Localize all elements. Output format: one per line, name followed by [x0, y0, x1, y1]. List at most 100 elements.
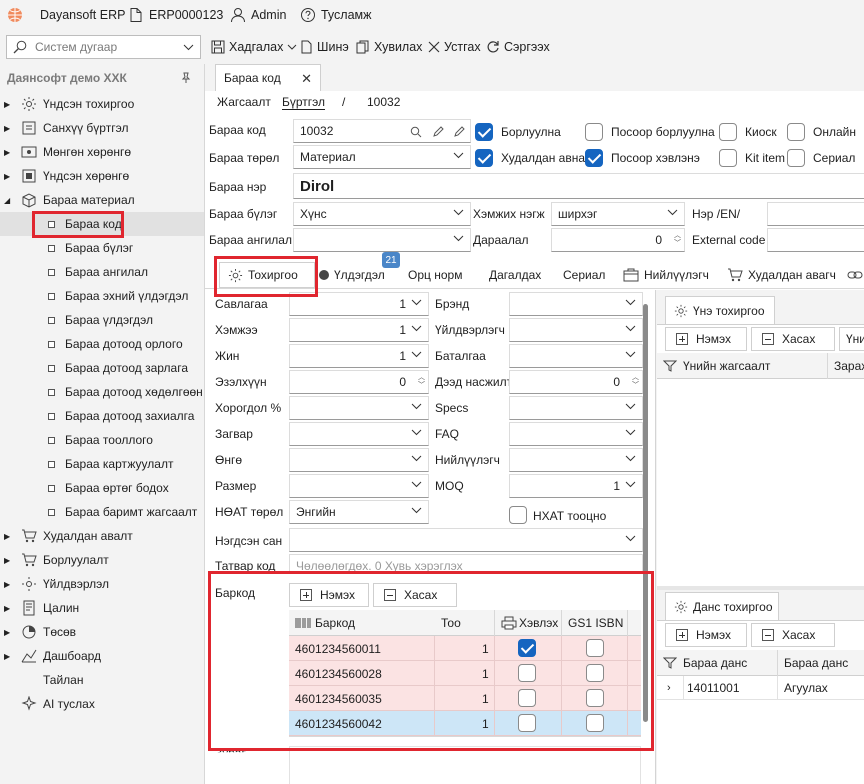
- chevron-down-icon[interactable]: [411, 507, 422, 514]
- tab-settings[interactable]: Тохиргоо: [219, 262, 315, 288]
- print-checkbox[interactable]: [518, 664, 536, 682]
- settings-left-input[interactable]: [289, 422, 429, 446]
- tab-serial[interactable]: Сериал: [563, 262, 605, 288]
- col-gs1[interactable]: GS1 ISBN: [568, 616, 623, 630]
- save-button[interactable]: Хадгалах: [211, 38, 297, 56]
- price-col-sell[interactable]: Зарах: [834, 359, 864, 373]
- name-input[interactable]: Dirol: [293, 173, 864, 199]
- tab-more-icon[interactable]: [847, 262, 863, 288]
- order-spinner[interactable]: ︿ ﹀: [674, 232, 681, 248]
- image-area[interactable]: [289, 746, 641, 784]
- print-checkbox[interactable]: [518, 689, 536, 707]
- tab-balance[interactable]: Үлдэгдэл: [319, 262, 385, 288]
- sidebar-item-24[interactable]: Тайлан: [0, 668, 204, 692]
- chevron-down-icon[interactable]: [625, 403, 636, 410]
- sidebar-item-22[interactable]: ▶ Төсөв: [0, 620, 204, 644]
- settings-right-input[interactable]: [509, 344, 643, 368]
- barcode-value[interactable]: 4601234560011: [295, 642, 381, 656]
- chevron-right-icon[interactable]: ›: [667, 682, 671, 694]
- new-button[interactable]: Шинэ: [300, 38, 349, 56]
- tab-item-code[interactable]: Бараа код ✕: [215, 64, 321, 91]
- store-select[interactable]: [289, 528, 643, 552]
- sidebar-item-6[interactable]: Бараа бүлэг: [0, 236, 204, 260]
- chevron-down-icon[interactable]: [625, 351, 636, 358]
- checkbox-6[interactable]: [719, 149, 737, 167]
- sidebar-item-20[interactable]: ▶ Үйлдвэрлэл: [0, 572, 204, 596]
- breadcrumb-list[interactable]: Жагсаалт: [217, 95, 271, 109]
- copy-button[interactable]: Хувилах: [356, 38, 422, 56]
- settings-right-input[interactable]: [509, 422, 643, 446]
- sidebar-item-9[interactable]: Бараа үлдэгдэл: [0, 308, 204, 332]
- barcode-row[interactable]: 4601234560042 1: [289, 711, 641, 736]
- sidebar-item-11[interactable]: Бараа дотоод зарлага: [0, 356, 204, 380]
- type-select[interactable]: Материал: [293, 145, 471, 169]
- settings-left-input[interactable]: [289, 396, 429, 420]
- gs1-checkbox[interactable]: [586, 664, 604, 682]
- sidebar-item-23[interactable]: ▶ Дашбоард: [0, 644, 204, 668]
- class-select[interactable]: [293, 228, 471, 252]
- external-code-input[interactable]: [767, 228, 864, 252]
- checkbox-5[interactable]: [585, 149, 603, 167]
- account-remove-button[interactable]: Хасах: [751, 623, 835, 647]
- chevron-down-icon[interactable]: [625, 481, 636, 488]
- barcode-value[interactable]: 4601234560042: [295, 717, 382, 731]
- refresh-button[interactable]: Сэргээх: [486, 38, 550, 56]
- settings-left-input[interactable]: 0 ︿ ﹀: [289, 370, 429, 394]
- settings-right-input[interactable]: [509, 396, 643, 420]
- expand-right-icon[interactable]: ▶: [4, 604, 14, 613]
- checkbox-3[interactable]: [787, 123, 805, 141]
- user-menu[interactable]: Admin: [230, 6, 286, 24]
- sidebar-item-12[interactable]: Бараа дотоод хөдөлгөөн: [0, 380, 204, 404]
- barcode-qty[interactable]: 1: [482, 667, 489, 681]
- sidebar-item-3[interactable]: ▶ Үндсэн хөрөнгө: [0, 164, 204, 188]
- checkbox-7[interactable]: [787, 149, 805, 167]
- chevron-down-icon[interactable]: [625, 325, 636, 332]
- search-icon[interactable]: [410, 126, 422, 138]
- sidebar-item-1[interactable]: ▶ Санхүү бүртгэл: [0, 116, 204, 140]
- chevron-down-icon[interactable]: [411, 325, 422, 332]
- barcode-add-button[interactable]: Нэмэх: [289, 583, 369, 607]
- sidebar-item-15[interactable]: Бараа картжуулалт: [0, 452, 204, 476]
- tab-account-settings[interactable]: Данс тохиргоо: [665, 592, 779, 620]
- expand-right-icon[interactable]: ▶: [4, 100, 14, 109]
- settings-left-input[interactable]: 1: [289, 318, 429, 342]
- price-add-button[interactable]: Нэмэх: [665, 327, 747, 351]
- delete-button[interactable]: Устгах: [428, 38, 481, 56]
- barcode-qty[interactable]: 1: [482, 717, 489, 731]
- barcode-row[interactable]: 4601234560011 1: [289, 636, 641, 661]
- sidebar-item-21[interactable]: ▶ Цалин: [0, 596, 204, 620]
- document-number[interactable]: ERP0000123: [128, 6, 223, 24]
- col-print[interactable]: Хэвлэх: [519, 616, 558, 630]
- barcode-remove-button[interactable]: Хасах: [373, 583, 457, 607]
- sidebar-item-0[interactable]: ▶ Үндсэн тохиргоо: [0, 92, 204, 116]
- chevron-down-icon[interactable]: [411, 351, 422, 358]
- search-input[interactable]: Систем дугаар: [6, 35, 201, 59]
- barcode-value[interactable]: 4601234560035: [295, 692, 382, 706]
- account-col-2[interactable]: Бараа данс: [784, 656, 848, 670]
- vat-checkbox[interactable]: [509, 506, 527, 524]
- settings-left-input[interactable]: [289, 474, 429, 498]
- tab-related[interactable]: Дагалдах: [489, 262, 541, 288]
- expand-right-icon[interactable]: ▶: [4, 532, 14, 541]
- settings-scrollbar[interactable]: [643, 304, 648, 722]
- settings-left-input[interactable]: [289, 448, 429, 472]
- checkbox-2[interactable]: [719, 123, 737, 141]
- breadcrumb-register[interactable]: Бүртгэл: [282, 95, 326, 110]
- edit-alt-icon[interactable]: [453, 126, 465, 138]
- sidebar-item-13[interactable]: Бараа дотоод захиалга: [0, 404, 204, 428]
- chevron-down-icon[interactable]: [411, 455, 422, 462]
- settings-left-input[interactable]: Энгийн: [289, 500, 429, 524]
- gs1-checkbox[interactable]: [586, 714, 604, 732]
- settings-right-input[interactable]: 0 ︿ ﹀: [509, 370, 643, 394]
- chevron-down-icon[interactable]: [625, 455, 636, 462]
- barcode-qty[interactable]: 1: [482, 692, 489, 706]
- close-tab-icon[interactable]: ✕: [301, 71, 312, 87]
- col-qty[interactable]: Тоо: [441, 616, 461, 630]
- settings-right-input[interactable]: [509, 292, 643, 316]
- tab-supplier[interactable]: Нийлүүлэгч: [623, 262, 709, 288]
- uom-select[interactable]: ширхэг: [551, 202, 685, 226]
- col-barcode[interactable]: Баркод: [315, 616, 355, 630]
- sidebar-item-8[interactable]: Бараа эхний үлдэгдэл: [0, 284, 204, 308]
- sidebar-item-25[interactable]: AI туслах: [0, 692, 204, 716]
- code-input[interactable]: 10032: [293, 119, 471, 143]
